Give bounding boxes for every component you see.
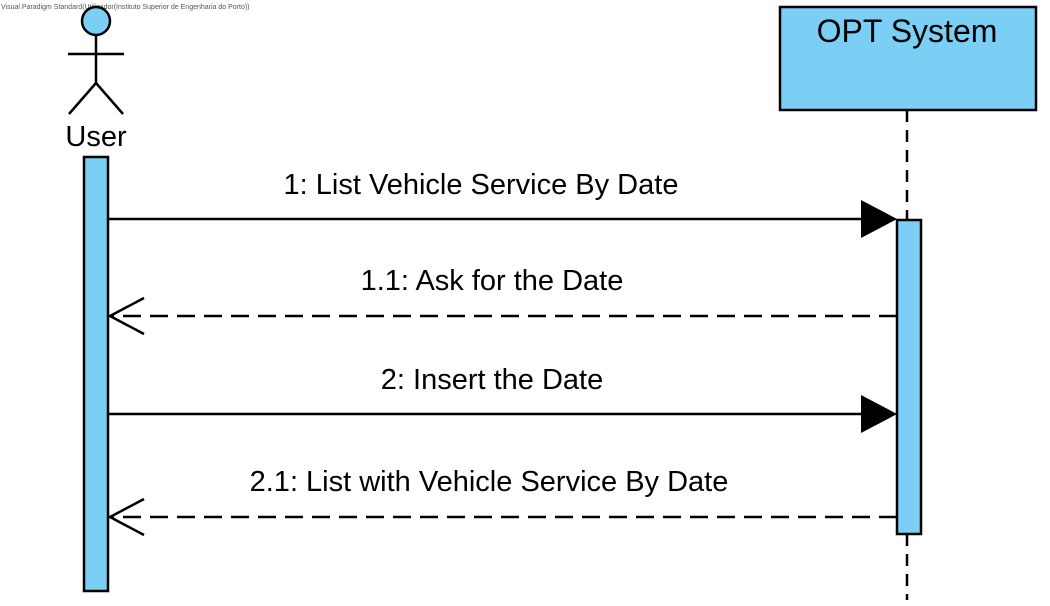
actor-head	[80, 5, 112, 37]
message-2: 2: Insert the Date	[108, 364, 897, 433]
watermark-text: Visual Paradigm Standard(Utilizador(Inst…	[1, 4, 250, 11]
message-2-label: 2: Insert the Date	[381, 364, 603, 396]
actor-name: User	[65, 121, 127, 153]
message-2-1-label: 2.1: List with Vehicle Service By Date	[250, 466, 729, 498]
system-activation-bar	[895, 218, 923, 536]
message-2-1: 2.1: List with Vehicle Service By Date	[107, 466, 897, 537]
system-name: OPT System	[817, 13, 998, 49]
stick-figure-actor-icon	[68, 5, 124, 115]
filled-arrowhead-icon	[861, 200, 897, 238]
filled-arrowhead-icon	[861, 395, 897, 433]
message-1-1: 1.1: Ask for the Date	[107, 265, 897, 336]
actor-right-leg	[95, 82, 124, 115]
actor-left-leg	[68, 82, 97, 115]
user-activation-bar	[82, 155, 110, 593]
message-1: 1: List Vehicle Service By Date	[108, 169, 897, 238]
message-1-1-label: 1.1: Ask for the Date	[361, 265, 624, 297]
message-1-label: 1: List Vehicle Service By Date	[284, 169, 679, 201]
sequence-diagram: Visual Paradigm Standard(Utilizador(Inst…	[1, 4, 1038, 600]
